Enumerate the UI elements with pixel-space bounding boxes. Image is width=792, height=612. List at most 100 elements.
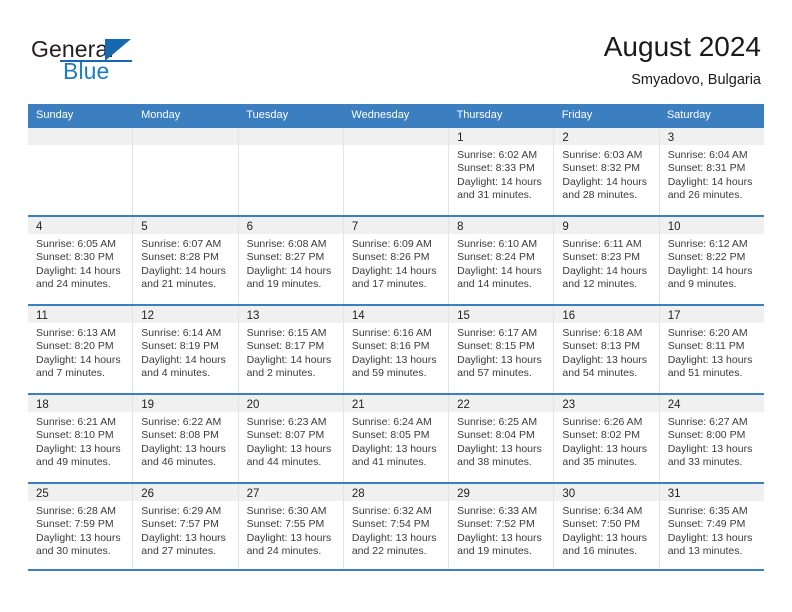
day-number-band: 20 (238, 395, 343, 412)
daylight-text-line1: Daylight: 13 hours (667, 442, 753, 455)
day-cell[interactable]: 7 Sunrise: 6:09 AM Sunset: 8:26 PM Dayli… (343, 217, 450, 304)
day-info: Sunrise: 6:25 AM Sunset: 8:04 PM Dayligh… (449, 412, 553, 470)
day-cell[interactable]: 21 Sunrise: 6:24 AM Sunset: 8:05 PM Dayl… (343, 395, 450, 482)
daylight-text-line2: and 46 minutes. (141, 456, 216, 469)
calendar-week-row: 4 Sunrise: 6:05 AM Sunset: 8:30 PM Dayli… (28, 215, 764, 304)
sunrise-text: Sunrise: 6:28 AM (36, 505, 116, 517)
day-info: Sunrise: 6:20 AM Sunset: 8:11 PM Dayligh… (660, 323, 764, 381)
day-number: 8 (457, 221, 464, 233)
day-number: 28 (351, 488, 365, 500)
page-title: August 2024 (603, 31, 761, 62)
weekday-header-monday: Monday (141, 109, 181, 121)
day-cell[interactable]: 2 Sunrise: 6:03 AM Sunset: 8:32 PM Dayli… (554, 128, 660, 215)
day-cell[interactable]: 31 Sunrise: 6:35 AM Sunset: 7:49 PM Dayl… (659, 484, 764, 569)
sunset-text: Sunset: 7:54 PM (351, 518, 430, 531)
sunset-text: Sunset: 8:05 PM (351, 429, 430, 442)
day-cell[interactable]: 8 Sunrise: 6:10 AM Sunset: 8:24 PM Dayli… (449, 217, 555, 304)
day-number: 25 (36, 488, 49, 500)
day-cell[interactable]: 5 Sunrise: 6:07 AM Sunset: 8:28 PM Dayli… (133, 217, 239, 304)
sunset-text: Sunset: 8:26 PM (351, 251, 430, 264)
page-header: General Blue August 2024 Smyadovo, Bulga… (0, 0, 792, 104)
day-cell[interactable]: 30 Sunrise: 6:34 AM Sunset: 7:50 PM Dayl… (554, 484, 660, 569)
daylight-text-line1: Daylight: 13 hours (36, 531, 121, 544)
day-number-band: 8 (449, 217, 554, 234)
day-number: 27 (246, 488, 260, 500)
daylight-text-line2: and 4 minutes. (141, 367, 211, 380)
daylight-text-line2: and 51 minutes. (667, 367, 743, 380)
daylight-text-line1: Daylight: 13 hours (351, 442, 437, 455)
weekday-header-row: Sunday Monday Tuesday Wednesday Thursday… (28, 104, 764, 126)
daylight-text-line1: Daylight: 13 hours (457, 442, 542, 455)
day-cell[interactable]: 19 Sunrise: 6:22 AM Sunset: 8:08 PM Dayl… (133, 395, 239, 482)
day-cell[interactable]: 28 Sunrise: 6:32 AM Sunset: 7:54 PM Dayl… (343, 484, 450, 569)
daylight-text-line1: Daylight: 13 hours (141, 442, 226, 455)
day-number-band: 2 (554, 128, 659, 145)
daylight-text-line1: Daylight: 14 hours (562, 264, 648, 277)
day-cell[interactable]: 6 Sunrise: 6:08 AM Sunset: 8:27 PM Dayli… (238, 217, 344, 304)
daylight-text-line2: and 24 minutes. (246, 545, 322, 558)
day-cell[interactable]: 26 Sunrise: 6:29 AM Sunset: 7:57 PM Dayl… (133, 484, 239, 569)
sunset-text: Sunset: 8:11 PM (667, 340, 745, 353)
day-cell[interactable]: 18 Sunrise: 6:21 AM Sunset: 8:10 PM Dayl… (28, 395, 134, 482)
day-cell[interactable]: 9 Sunrise: 6:11 AM Sunset: 8:23 PM Dayli… (554, 217, 660, 304)
day-number-band: 23 (554, 395, 659, 412)
day-info: Sunrise: 6:03 AM Sunset: 8:32 PM Dayligh… (554, 145, 658, 203)
day-cell[interactable]: 3 Sunrise: 6:04 AM Sunset: 8:31 PM Dayli… (659, 128, 764, 215)
day-info: Sunrise: 6:16 AM Sunset: 8:16 PM Dayligh… (344, 323, 448, 381)
day-cell[interactable]: 23 Sunrise: 6:26 AM Sunset: 8:02 PM Dayl… (554, 395, 660, 482)
day-cell[interactable]: 25 Sunrise: 6:28 AM Sunset: 7:59 PM Dayl… (28, 484, 134, 569)
daylight-text-line2: and 7 minutes. (36, 367, 105, 380)
day-cell[interactable]: 15 Sunrise: 6:17 AM Sunset: 8:15 PM Dayl… (449, 306, 555, 393)
daylight-text-line2: and 12 minutes. (562, 278, 638, 291)
day-cell[interactable]: 29 Sunrise: 6:33 AM Sunset: 7:52 PM Dayl… (449, 484, 555, 569)
general-blue-logo[interactable]: General Blue (31, 36, 231, 90)
daylight-text-line1: Daylight: 13 hours (562, 531, 648, 544)
day-number: 22 (457, 399, 470, 411)
sunrise-text: Sunrise: 6:27 AM (667, 416, 748, 428)
day-cell[interactable]: 1 Sunrise: 6:02 AM Sunset: 8:33 PM Dayli… (449, 128, 555, 215)
day-info: Sunrise: 6:28 AM Sunset: 7:59 PM Dayligh… (28, 501, 132, 559)
day-number: 7 (351, 221, 359, 233)
daylight-text-line2: and 57 minutes. (457, 367, 532, 380)
sunset-text: Sunset: 8:00 PM (667, 429, 746, 442)
day-number-band (343, 128, 449, 145)
day-cell[interactable]: 16 Sunrise: 6:18 AM Sunset: 8:13 PM Dayl… (554, 306, 660, 393)
day-cell[interactable]: 13 Sunrise: 6:15 AM Sunset: 8:17 PM Dayl… (238, 306, 344, 393)
day-cell[interactable]: 24 Sunrise: 6:27 AM Sunset: 8:00 PM Dayl… (659, 395, 764, 482)
day-cell[interactable]: 4 Sunrise: 6:05 AM Sunset: 8:30 PM Dayli… (28, 217, 134, 304)
sunset-text: Sunset: 8:22 PM (667, 251, 746, 264)
day-number: 4 (36, 221, 43, 233)
daylight-text-line1: Daylight: 13 hours (562, 442, 648, 455)
day-cell[interactable]: 12 Sunrise: 6:14 AM Sunset: 8:19 PM Dayl… (133, 306, 239, 393)
sunrise-text: Sunrise: 6:14 AM (141, 327, 222, 339)
day-cell[interactable]: 11 Sunrise: 6:13 AM Sunset: 8:20 PM Dayl… (28, 306, 134, 393)
day-cell[interactable]: 20 Sunrise: 6:23 AM Sunset: 8:07 PM Dayl… (238, 395, 344, 482)
day-info: Sunrise: 6:32 AM Sunset: 7:54 PM Dayligh… (344, 501, 448, 559)
day-cell[interactable]: 14 Sunrise: 6:16 AM Sunset: 8:16 PM Dayl… (343, 306, 450, 393)
sunrise-text: Sunrise: 6:24 AM (351, 416, 432, 428)
sunset-text: Sunset: 8:28 PM (141, 251, 219, 264)
day-number-band: 19 (133, 395, 238, 412)
day-cell[interactable]: 17 Sunrise: 6:20 AM Sunset: 8:11 PM Dayl… (659, 306, 764, 393)
daylight-text-line1: Daylight: 13 hours (351, 531, 437, 544)
sunset-text: Sunset: 7:49 PM (667, 518, 746, 531)
day-cell[interactable]: 22 Sunrise: 6:25 AM Sunset: 8:04 PM Dayl… (449, 395, 555, 482)
weekday-header-friday: Friday (561, 109, 593, 121)
sunrise-text: Sunrise: 6:11 AM (562, 238, 642, 250)
day-info: Sunrise: 6:10 AM Sunset: 8:24 PM Dayligh… (449, 234, 553, 292)
weekday-header-saturday: Saturday (666, 109, 711, 121)
day-cell[interactable]: 10 Sunrise: 6:12 AM Sunset: 8:22 PM Dayl… (659, 217, 764, 304)
day-number-band: 28 (343, 484, 449, 501)
day-number-band: 13 (238, 306, 343, 323)
day-cell[interactable]: 27 Sunrise: 6:30 AM Sunset: 7:55 PM Dayl… (238, 484, 344, 569)
day-number: 1 (457, 132, 464, 144)
day-info: Sunrise: 6:22 AM Sunset: 8:08 PM Dayligh… (133, 412, 237, 470)
daylight-text-line1: Daylight: 13 hours (667, 353, 753, 366)
day-info: Sunrise: 6:13 AM Sunset: 8:20 PM Dayligh… (28, 323, 132, 381)
sunset-text: Sunset: 8:19 PM (141, 340, 219, 353)
sunrise-text: Sunrise: 6:04 AM (667, 149, 748, 161)
daylight-text-line2: and 14 minutes. (457, 278, 532, 291)
sunset-text: Sunset: 7:52 PM (457, 518, 535, 531)
day-number-band: 27 (238, 484, 343, 501)
daylight-text-line2: and 54 minutes. (562, 367, 638, 380)
